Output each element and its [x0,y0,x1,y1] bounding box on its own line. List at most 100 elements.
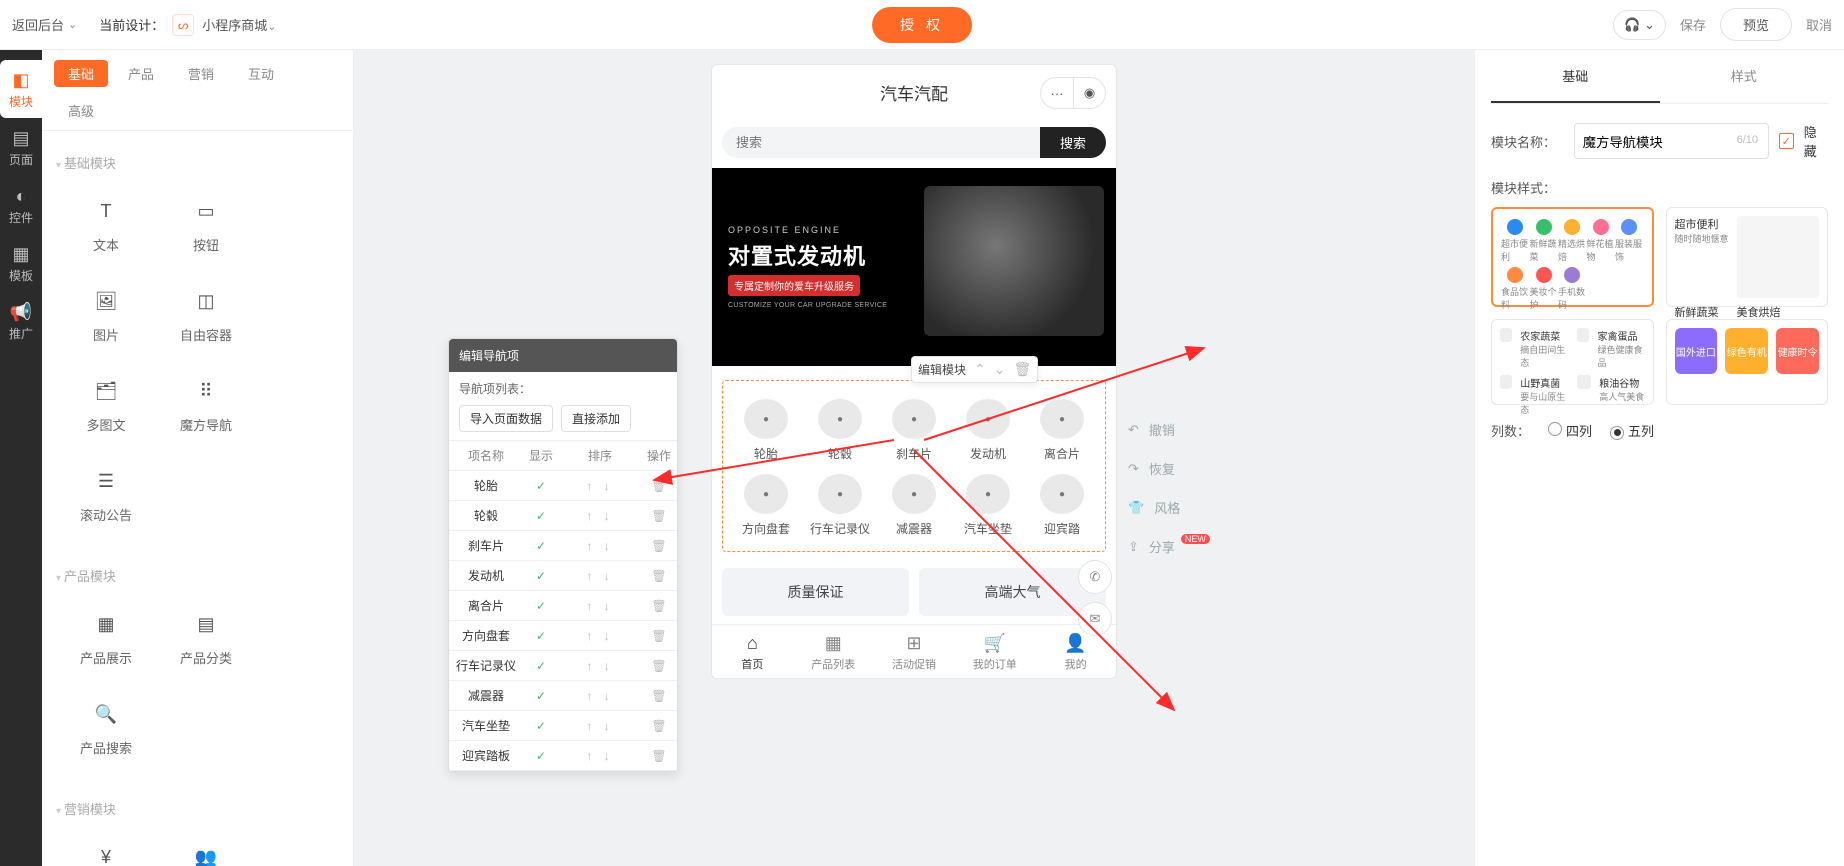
module-多人拼团[interactable]: 👥多人拼团 [156,826,256,866]
nav-cell-发动机[interactable]: ●发动机 [951,393,1025,468]
module-tab-产品[interactable]: 产品 [114,60,168,87]
show-toggle[interactable]: ✓ [523,479,559,493]
module-图片[interactable]: 🖼图片 [56,270,156,360]
sort-down-icon[interactable]: ↓ [604,719,614,733]
module-tab-高级[interactable]: 高级 [54,97,341,124]
sort-down-icon[interactable]: ↓ [604,599,614,613]
authorize-button[interactable]: 授 权 [872,7,972,43]
hide-checkbox[interactable]: ✓ [1779,133,1794,149]
nav-cell-离合片[interactable]: ●离合片 [1025,393,1099,468]
sort-down-icon[interactable]: ↓ [604,569,614,583]
nav-cell-刹车片[interactable]: ●刹车片 [877,393,951,468]
sort-up-icon[interactable]: ↑ [586,629,596,643]
tab-style[interactable]: 样式 [1660,50,1829,103]
show-toggle[interactable]: ✓ [523,749,559,763]
theme-button[interactable]: 👕风格 [1128,498,1210,517]
module-魔方导航[interactable]: ⠿魔方导航 [156,360,256,450]
sort-down-icon[interactable]: ↓ [604,509,614,523]
delete-icon[interactable]: 🗑 [1013,361,1031,378]
sort-down-icon[interactable]: ↓ [604,659,614,673]
magic-nav-module[interactable]: ●轮胎●轮毂●刹车片●发动机●离合片●方向盘套●行车记录仪●减震器●汽车坐垫●迎… [722,380,1106,552]
redo-button[interactable]: ↷恢复 [1128,459,1210,478]
leftnav-推广[interactable]: 📢推广 [0,292,42,350]
delete-row-icon[interactable]: 🗑 [641,629,677,643]
leftnav-模板[interactable]: ▦模板 [0,234,42,292]
module-tab-营销[interactable]: 营销 [174,60,228,87]
nav-cell-轮胎[interactable]: ●轮胎 [729,393,803,468]
search-input[interactable] [722,127,1040,158]
delete-row-icon[interactable]: 🗑 [641,749,677,763]
sort-up-icon[interactable]: ↑ [586,479,596,493]
show-toggle[interactable]: ✓ [523,509,559,523]
nav-cell-方向盘套[interactable]: ●方向盘套 [729,468,803,543]
style-option-2[interactable]: 超市便利随时随地惬意 新鲜蔬菜绿色健康食品 美食烘焙走遍满城美食 [1666,207,1828,307]
tabbar-活动促销[interactable]: ⊞活动促销 [874,625,955,678]
promo-card-1[interactable]: 质量保证 [722,568,909,616]
fab-phone-icon[interactable]: ✆ [1078,560,1112,594]
search-button[interactable]: 搜索 [1040,127,1106,158]
add-directly-button[interactable]: 直接添加 [561,405,631,432]
sort-down-icon[interactable]: ↓ [604,629,614,643]
support-button[interactable]: 🎧 ⌄ [1613,10,1666,40]
module-多图文[interactable]: 🗂多图文 [56,360,156,450]
current-design-select[interactable]: 当前设计： ᔕ 小程序商城 [99,14,276,36]
leftnav-控件[interactable]: ◐控件 [0,176,42,234]
import-page-data-button[interactable]: 导入页面数据 [459,405,553,432]
delete-row-icon[interactable]: 🗑 [641,569,677,583]
nav-cell-汽车坐垫[interactable]: ●汽车坐垫 [951,468,1025,543]
sort-down-icon[interactable]: ↓ [604,539,614,553]
nav-cell-轮毂[interactable]: ●轮毂 [803,393,877,468]
fab-wechat-icon[interactable]: ✉ [1078,602,1112,636]
module-自由容器[interactable]: ◫自由容器 [156,270,256,360]
module-滚动公告[interactable]: ☰滚动公告 [56,450,156,540]
edit-module-button[interactable]: 编辑模块 [918,361,966,378]
radio-five-cols[interactable]: 五列 [1610,421,1654,440]
section-产品模块[interactable]: 产品模块 [56,566,339,585]
nav-cell-减震器[interactable]: ●减震器 [877,468,951,543]
back-to-admin-link[interactable]: 返回后台 [12,15,77,34]
delete-row-icon[interactable]: 🗑 [641,479,677,493]
move-up-icon[interactable]: ⌃ [974,361,986,378]
capsule-more-icon[interactable]: ··· [1041,78,1073,108]
preview-button[interactable]: 预览 [1720,8,1792,41]
module-tab-互动[interactable]: 互动 [234,60,288,87]
sort-up-icon[interactable]: ↑ [586,659,596,673]
module-产品搜索[interactable]: 🔍产品搜索 [56,683,156,773]
sort-up-icon[interactable]: ↑ [586,569,596,583]
module-产品分类[interactable]: ▤产品分类 [156,593,256,683]
share-button[interactable]: ⇪分享NEW [1128,537,1210,556]
tabbar-我的订单[interactable]: 🛒我的订单 [954,625,1035,678]
module-产品展示[interactable]: ▦产品展示 [56,593,156,683]
radio-four-cols[interactable]: 四列 [1548,421,1592,440]
sort-down-icon[interactable]: ↓ [604,749,614,763]
style-option-1[interactable]: 超市便利新鲜蔬菜精选烘焙鲜花植物服装服饰食品饮料美妆个护手机数码 [1491,207,1654,307]
sort-up-icon[interactable]: ↑ [586,749,596,763]
cancel-button[interactable]: 取消 [1806,15,1832,34]
banner-module[interactable]: OPPOSITE ENGINE 对置式发动机 专属定制你的爱车升级服务 CUST… [712,168,1116,366]
capsule-close-icon[interactable]: ◉ [1073,78,1105,108]
module-按钮[interactable]: ▭按钮 [156,180,256,270]
leftnav-模块[interactable]: ◧模块 [0,60,42,118]
sort-up-icon[interactable]: ↑ [586,689,596,703]
show-toggle[interactable]: ✓ [523,659,559,673]
sort-up-icon[interactable]: ↑ [586,509,596,523]
sort-down-icon[interactable]: ↓ [604,479,614,493]
tabbar-产品列表[interactable]: ▦产品列表 [793,625,874,678]
delete-row-icon[interactable]: 🗑 [641,659,677,673]
section-基础模块[interactable]: 基础模块 [56,153,339,172]
tabbar-首页[interactable]: ⌂首页 [712,625,793,678]
delete-row-icon[interactable]: 🗑 [641,509,677,523]
move-down-icon[interactable]: ⌄ [994,361,1006,378]
save-button[interactable]: 保存 [1680,15,1706,34]
module-tab-基础[interactable]: 基础 [54,60,108,87]
nav-cell-迎宾踏[interactable]: ●迎宾踏 [1025,468,1099,543]
section-营销模块[interactable]: 营销模块 [56,799,339,818]
module-优惠券[interactable]: ¥优惠券 [56,826,156,866]
delete-row-icon[interactable]: 🗑 [641,719,677,733]
sort-up-icon[interactable]: ↑ [586,719,596,733]
show-toggle[interactable]: ✓ [523,569,559,583]
show-toggle[interactable]: ✓ [523,539,559,553]
leftnav-页面[interactable]: ▤页面 [0,118,42,176]
sort-up-icon[interactable]: ↑ [586,599,596,613]
undo-button[interactable]: ↶撤销 [1128,420,1210,439]
